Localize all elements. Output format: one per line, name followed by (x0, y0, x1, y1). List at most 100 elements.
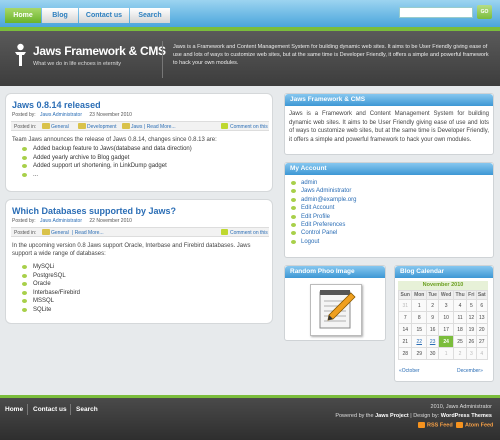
comment-link[interactable]: Comment on this (230, 230, 268, 236)
account-link-edit-preferences[interactable]: Edit Preferences (301, 222, 345, 228)
random-photo-image[interactable] (310, 284, 362, 336)
calendar-day: 26 (466, 335, 477, 348)
post-meta: Posted by: Jaws Administrator 23 Novembe… (12, 112, 132, 118)
calendar-prev-month-link[interactable]: «October (399, 368, 420, 374)
account-link-username[interactable]: admin (301, 180, 317, 186)
calendar-day: 9 (425, 311, 440, 324)
rss-feed-link[interactable]: RSS Feed (418, 422, 453, 428)
calendar-weekday: Wed (438, 290, 455, 300)
calendar-day: 5 (466, 299, 477, 312)
read-more-link[interactable]: | Read More... (72, 230, 104, 236)
calendar-day: 6 (475, 299, 489, 312)
calendar-day: 12 (466, 311, 477, 324)
account-link-control-panel[interactable]: Control Panel (301, 230, 337, 236)
site-title[interactable]: Jaws Framework & CMS (33, 44, 166, 58)
post-title[interactable]: Jaws 0.8.14 released (12, 100, 101, 110)
top-navigation-bar: Home Blog Contact us Search GO (0, 0, 500, 27)
comment-icon (221, 123, 228, 129)
account-link-edit-account[interactable]: Edit Account (301, 205, 334, 211)
calendar-day: 10 (438, 311, 455, 324)
list-item: Added yearly archive to Blog gadget (21, 154, 192, 163)
atom-feed-link[interactable]: Atom Feed (456, 422, 493, 428)
category-link[interactable]: General (51, 124, 69, 130)
tab-search[interactable]: Search (130, 8, 170, 23)
calendar-day-today: 24 (438, 335, 455, 348)
post-meta: Posted by: Jaws Administrator 22 Novembe… (12, 218, 132, 224)
category-link[interactable]: General (51, 230, 69, 236)
comment-link[interactable]: Comment on this (230, 124, 268, 130)
calendar-grid: Sun Mon Tue Wed Thu Fri Sat 31 1 2 3 4 5 6 7 8 9 10 11 12 1… (397, 290, 489, 360)
category-link[interactable]: Jaws (131, 124, 142, 130)
jaws-project-link[interactable]: Jaws Project (375, 413, 409, 419)
about-box-text: Jaws is a Framework and Content Manageme… (289, 111, 489, 143)
folder-icon (78, 123, 86, 129)
about-box: Jaws Framework & CMS Jaws is a Framework… (284, 93, 494, 155)
account-link-edit-profile[interactable]: Edit Profile (301, 214, 330, 220)
post-intro: Team Jaws announces the release of Jaws … (12, 137, 217, 143)
account-link-email[interactable]: admin@example.org (301, 197, 356, 203)
calendar-day: 4 (453, 299, 468, 312)
list-item: PostgreSQL (21, 272, 80, 281)
list-item: Added support url shortening, in LinkDum… (21, 162, 192, 171)
read-more-link[interactable]: | Read More... (144, 124, 176, 130)
footer-link-home[interactable]: Home (5, 406, 23, 413)
calendar-weekday: Tue (425, 290, 440, 300)
footer-copyright: 2010, Jaws Administrator (430, 404, 492, 410)
calendar-day: 3 (466, 347, 477, 360)
header-divider (162, 41, 163, 78)
calendar-day: 3 (438, 299, 455, 312)
calendar-next-month-link[interactable]: December» (457, 368, 483, 374)
post-intro: In the upcoming version 0.8 Jaws support… (12, 243, 251, 257)
calendar-day: 8 (411, 311, 427, 324)
calendar-day: 14 (397, 323, 413, 336)
post-title[interactable]: Which Databases supported by Jaws? (12, 206, 176, 216)
list-item: Added backup feature to Jaws(database an… (21, 145, 192, 154)
calendar-day: 21 (397, 335, 413, 348)
footer-link-search[interactable]: Search (76, 406, 98, 413)
posted-by-label: Posted by: (12, 218, 36, 224)
calendar-day-link[interactable]: 22 (411, 335, 427, 348)
post-author-link[interactable]: Jaws Administrator (40, 218, 82, 224)
calendar-weekday: Fri (466, 290, 477, 300)
my-account-title: My Account (285, 163, 493, 175)
post-category-bar: Posted in: General | Read More... Commen… (11, 227, 269, 237)
post-category-bar: Posted in: General Development Jaws | Re… (11, 121, 269, 131)
post-date: 23 November 2010 (89, 112, 132, 118)
calendar-month: November 2010 (398, 281, 488, 290)
posted-in-label: Posted in: (14, 124, 37, 130)
notepad-pencil-icon (319, 290, 356, 329)
list-item: Oracle (21, 280, 80, 289)
account-link-logout[interactable]: Logout (301, 239, 319, 245)
footer-separator (27, 404, 28, 415)
calendar-day-link[interactable]: 23 (425, 335, 440, 348)
blog-post: Which Databases supported by Jaws? Poste… (5, 199, 273, 324)
tab-contact-us[interactable]: Contact us (79, 8, 129, 23)
calendar-day: 28 (397, 347, 413, 360)
search-input[interactable] (399, 7, 473, 18)
list-item: MySQLi (21, 263, 80, 272)
rss-icon (418, 422, 425, 428)
account-list: admin Jaws Administrator admin@example.o… (290, 179, 356, 246)
calendar-day: 30 (425, 347, 440, 360)
calendar-day: 19 (466, 323, 477, 336)
design-by-link[interactable]: WordPress Themes (441, 413, 492, 419)
category-link[interactable]: Development (87, 124, 116, 130)
tab-home[interactable]: Home (5, 8, 41, 23)
site-footer: Home Contact us Search 2010, Jaws Admini… (0, 398, 500, 440)
atom-feed-label: Atom Feed (465, 422, 494, 429)
post-list: Added backup feature to Jaws(database an… (21, 145, 192, 179)
posted-by-label: Posted by: (12, 112, 36, 118)
rss-feed-label: RSS Feed (427, 422, 453, 429)
list-item: SQLite (21, 306, 80, 315)
footer-link-contact-us[interactable]: Contact us (33, 406, 67, 413)
post-author-link[interactable]: Jaws Administrator (40, 112, 82, 118)
header-description: Jaws is a Framework and Content Manageme… (173, 44, 489, 66)
calendar-day: 29 (411, 347, 427, 360)
powered-by-label: Powered by the (335, 413, 374, 419)
search-go-button[interactable]: GO (477, 5, 492, 19)
calendar-day: 20 (475, 323, 489, 336)
account-link-name[interactable]: Jaws Administrator (301, 188, 351, 194)
tab-blog[interactable]: Blog (42, 8, 78, 23)
random-photo-title: Random Phoo Image (285, 266, 385, 278)
footer-credits: Powered by the Jaws Project | Design by:… (335, 413, 492, 419)
